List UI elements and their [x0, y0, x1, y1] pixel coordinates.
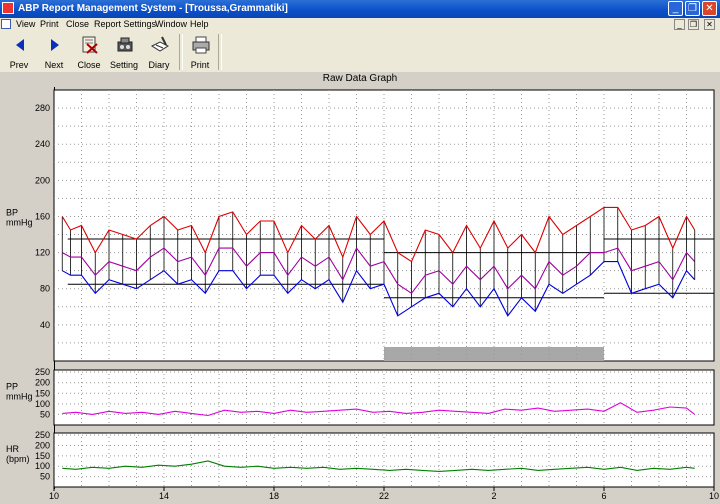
chart-area: 40 80 120 160 200 240 280 BP mmHg 50 100 150 200 250 P… [0, 87, 720, 502]
hr-panel-ytick-label: 200 [35, 440, 50, 450]
bp-panel-ylabel: BP [6, 208, 18, 218]
diary-button[interactable]: Diary [142, 33, 176, 71]
menu-bar: View Print Close Report Settings Window … [0, 18, 720, 31]
print-label: Print [190, 60, 210, 70]
pp-panel-ytick-label: 50 [40, 409, 50, 419]
toolbar: Prev Next Close Setting Diary Print [0, 31, 720, 73]
xtick-label: 14 [159, 491, 169, 501]
graph-title: Raw Data Graph [0, 72, 720, 87]
prev-button[interactable]: Prev [2, 33, 36, 71]
pp-panel-ytick-label: 200 [35, 378, 50, 388]
raw-data-graph: 4080120160200240280BPmmHg50100150200250P… [0, 87, 720, 502]
restore-button[interactable]: ❐ [685, 1, 700, 16]
menu-print[interactable]: Print [40, 19, 59, 29]
hr-panel-ylabel: (bpm) [6, 454, 30, 464]
next-label: Next [44, 60, 64, 70]
pp-panel-ylabel: PP [6, 382, 18, 392]
hr-panel-ylabel: HR [6, 444, 19, 454]
left-arrow-icon [16, 39, 24, 51]
xtick-label: 6 [601, 491, 606, 501]
close-label: Close [77, 60, 101, 70]
xtick-label: 10 [49, 491, 59, 501]
xtick-label: 22 [379, 491, 389, 501]
document-icon[interactable] [1, 19, 11, 29]
print-button[interactable]: Print [183, 33, 217, 71]
app-icon [2, 2, 14, 14]
hr-panel-ytick-label: 150 [35, 451, 50, 461]
close-button[interactable]: Close [72, 33, 106, 71]
diary-label: Diary [148, 60, 170, 70]
diary-icon [151, 36, 169, 52]
bp-panel-ytick-label: 80 [40, 284, 50, 294]
hr-panel-ytick-label: 50 [40, 472, 50, 482]
close-window-button[interactable]: ✕ [702, 1, 717, 16]
mdi-restore-button[interactable]: ❐ [688, 19, 699, 30]
minimize-button[interactable]: _ [668, 1, 683, 16]
mdi-minimize-button[interactable]: _ [674, 19, 685, 30]
right-arrow-icon [51, 39, 59, 51]
pp-panel-ytick-label: 250 [35, 367, 50, 377]
bp-panel-ytick-label: 40 [40, 320, 50, 330]
menu-view[interactable]: View [16, 19, 35, 29]
menu-close[interactable]: Close [66, 19, 89, 29]
xtick-label: 10 [709, 491, 719, 501]
xtick-label: 18 [269, 491, 279, 501]
close-document-icon [82, 36, 98, 54]
menu-report-settings[interactable]: Report Settings [94, 19, 156, 29]
menu-window[interactable]: Window [155, 19, 187, 29]
bp-panel-ytick-label: 280 [35, 103, 50, 113]
xtick-label: 2 [491, 491, 496, 501]
hr-panel-ytick-label: 250 [35, 430, 50, 440]
setting-button[interactable]: Setting [107, 33, 141, 71]
window-title: ABP Report Management System - [Troussa,… [18, 3, 288, 14]
prev-label: Prev [9, 60, 29, 70]
toolbar-separator-end [218, 34, 222, 70]
hr-panel-ytick-label: 100 [35, 461, 50, 471]
bp-panel-ylabel: mmHg [6, 218, 33, 228]
menu-help[interactable]: Help [190, 19, 209, 29]
pp-panel-ytick-label: 150 [35, 388, 50, 398]
bp-panel-ytick-label: 160 [35, 211, 50, 221]
pp-panel-ylabel: mmHg [6, 392, 33, 402]
title-bar: ABP Report Management System - [Troussa,… [0, 0, 720, 18]
bp-panel-ytick-label: 240 [35, 139, 50, 149]
bp-panel-ytick-label: 200 [35, 175, 50, 185]
setting-icon [117, 37, 133, 52]
printer-icon [192, 36, 210, 54]
next-button[interactable]: Next [37, 33, 71, 71]
pp-panel-ytick-label: 100 [35, 399, 50, 409]
setting-label: Setting [109, 60, 139, 70]
bp-panel-ytick-label: 120 [35, 248, 50, 258]
mdi-close-button[interactable]: ✕ [704, 19, 715, 30]
